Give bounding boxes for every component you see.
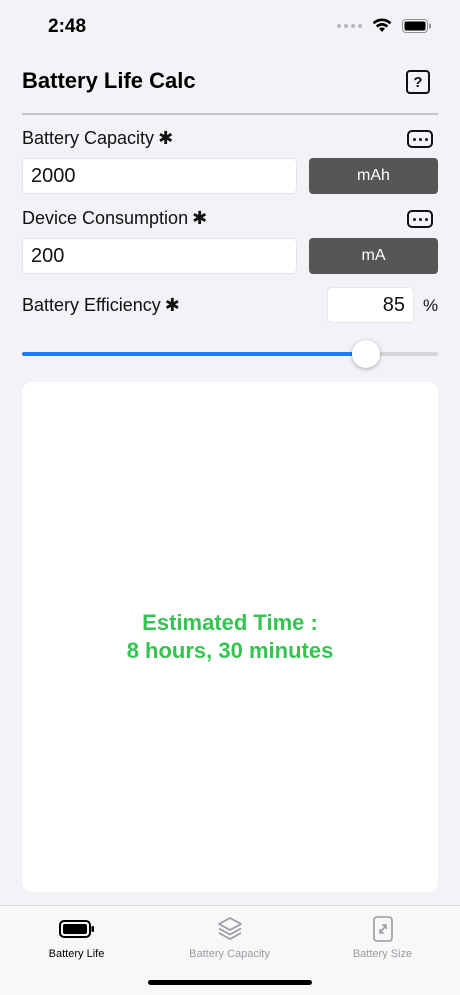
tab-label: Battery Capacity [189, 948, 270, 960]
required-star-icon: ✱ [158, 128, 174, 148]
required-star-icon: ✱ [192, 208, 208, 228]
estimated-time-label: Estimated Time : [142, 610, 318, 635]
help-icon: ? [413, 73, 423, 91]
home-indicator [148, 980, 312, 985]
result-card: Estimated Time : 8 hours, 30 minutes [22, 382, 438, 892]
tab-battery-life[interactable]: Battery Life [0, 914, 153, 960]
resize-icon [372, 916, 393, 942]
consumption-more-button[interactable] [407, 210, 433, 228]
consumption-unit-button[interactable]: mA [309, 238, 438, 274]
efficiency-slider[interactable] [22, 340, 438, 368]
slider-thumb[interactable] [351, 340, 380, 368]
tab-label: Battery Size [352, 948, 413, 960]
layers-icon [217, 917, 242, 940]
battery-icon [58, 920, 94, 938]
capacity-more-button[interactable] [407, 130, 433, 148]
efficiency-unit: % [423, 296, 439, 315]
status-bar: 2:48 [0, 0, 460, 54]
status-time: 2:48 [48, 16, 87, 37]
efficiency-input[interactable] [327, 287, 414, 323]
consumption-label: Device Consumption ✱ [22, 208, 207, 229]
efficiency-label-text: Battery Efficiency [22, 295, 161, 315]
page-title: Battery Life Calc [22, 68, 196, 93]
capacity-input[interactable] [22, 158, 297, 194]
tab-label: Battery Life [48, 948, 105, 960]
tab-battery-capacity[interactable]: Battery Capacity [153, 914, 306, 960]
capacity-label: Battery Capacity ✱ [22, 128, 173, 149]
header-divider [22, 113, 438, 115]
consumption-label-text: Device Consumption [22, 208, 189, 228]
tab-battery-size[interactable]: Battery Size [306, 914, 459, 960]
status-icons [337, 18, 432, 33]
capacity-unit-button[interactable]: mAh [309, 158, 438, 194]
efficiency-label: Battery Efficiency ✱ [22, 295, 180, 316]
signal-icon [337, 23, 362, 28]
required-star-icon: ✱ [164, 295, 180, 315]
estimated-time-value: 8 hours, 30 minutes [126, 638, 334, 663]
capacity-label-text: Battery Capacity [22, 128, 155, 148]
wifi-icon [372, 18, 392, 32]
slider-fill [22, 352, 366, 356]
consumption-input[interactable] [22, 238, 297, 274]
battery-status-icon [402, 18, 431, 33]
help-button[interactable]: ? [406, 70, 430, 94]
